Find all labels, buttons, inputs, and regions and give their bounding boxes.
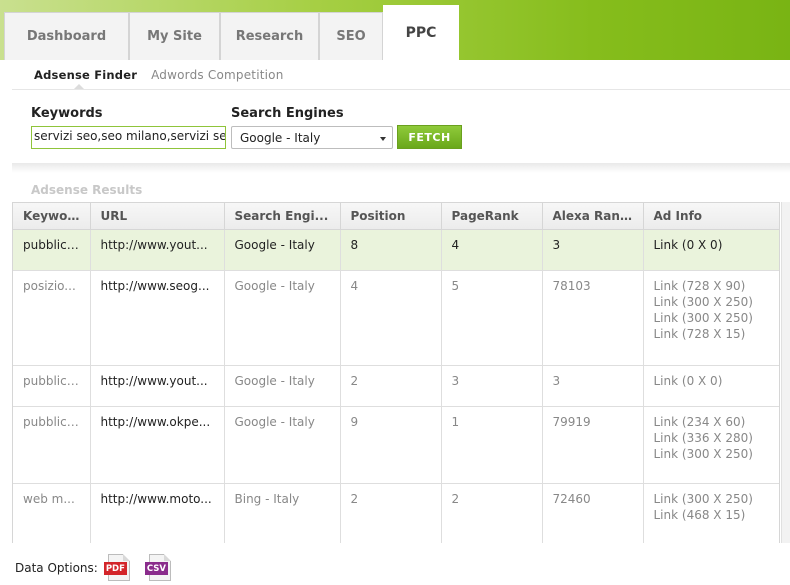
tab-my-site[interactable]: My Site: [129, 12, 220, 60]
cell-position: 2: [340, 365, 442, 407]
table-scrollbar[interactable]: [781, 202, 790, 543]
table-row[interactable]: pubblici... http://www.okpe... Google - …: [13, 406, 779, 484]
csv-export-icon[interactable]: CSV: [144, 554, 172, 582]
cell-alexa-rank: 3: [542, 229, 644, 271]
tab-research[interactable]: Research: [220, 12, 319, 60]
cell-alexa-rank: 3: [542, 365, 644, 407]
cell-position: 4: [340, 270, 442, 366]
cell-keyword: pubblici...: [13, 229, 91, 271]
ad-info-line: Link (0 X 0): [653, 373, 723, 388]
ad-info-line: Link (300 X 250): [653, 310, 753, 325]
cell-keyword: web m...: [13, 483, 91, 543]
subtab-adsense-finder[interactable]: Adsense Finder: [34, 68, 137, 82]
cell-alexa-rank: 72460: [542, 483, 644, 543]
cell-pagerank: 4: [441, 229, 543, 271]
ad-info-line: Link (300 X 250): [653, 294, 753, 309]
pdf-export-icon[interactable]: PDF: [103, 554, 131, 582]
cell-url[interactable]: http://www.okpe...: [90, 406, 225, 484]
cell-keyword: pubblici...: [13, 365, 91, 407]
cell-url[interactable]: http://www.moto...: [90, 483, 225, 543]
table-row[interactable]: posizio... http://www.seog... Google - I…: [13, 270, 779, 366]
ad-info-line: Link (728 X 15): [653, 326, 746, 341]
ad-info-line: Link (234 X 60): [653, 414, 746, 429]
cell-ad-info: Link (0 X 0): [643, 229, 779, 271]
tab-ppc[interactable]: PPC: [383, 5, 459, 60]
search-engines-label: Search Engines: [231, 106, 344, 121]
cell-pagerank: 5: [441, 270, 543, 366]
ad-info-line: Link (300 X 250): [653, 491, 753, 506]
cell-position: 9: [340, 406, 442, 484]
cell-url[interactable]: http://www.seog...: [90, 270, 225, 366]
ad-info-line: Link (0 X 0): [653, 237, 723, 252]
cell-ad-info: Link (300 X 250) Link (468 X 15): [643, 483, 779, 543]
cell-search-engine: Google - Italy: [224, 229, 341, 271]
chevron-down-icon: [380, 137, 386, 141]
ad-info-line: Link (728 X 90): [653, 278, 746, 293]
column-header-search-engine[interactable]: Search Engi...: [224, 203, 341, 230]
cell-search-engine: Google - Italy: [224, 270, 341, 366]
column-header-ad-info[interactable]: Ad Info: [643, 203, 779, 230]
tab-dashboard[interactable]: Dashboard: [4, 12, 129, 60]
cell-pagerank: 2: [441, 483, 543, 543]
column-header-position[interactable]: Position: [340, 203, 442, 230]
tab-seo[interactable]: SEO: [319, 12, 383, 60]
cell-keyword: posizio...: [13, 270, 91, 366]
cell-pagerank: 3: [441, 365, 543, 407]
cell-alexa-rank: 79919: [542, 406, 644, 484]
cell-ad-info: Link (234 X 60) Link (336 X 280) Link (3…: [643, 406, 779, 484]
cell-search-engine: Google - Italy: [224, 365, 341, 407]
subtab-adwords-competition[interactable]: Adwords Competition: [151, 68, 283, 82]
ad-info-line: Link (468 X 15): [653, 507, 746, 522]
data-options: Data Options: PDF CSV: [15, 554, 186, 582]
subtabs: Adsense Finder Adwords Competition: [34, 68, 284, 82]
top-nav-bar: Dashboard My Site Research SEO PPC: [0, 0, 790, 60]
cell-search-engine: Google - Italy: [224, 406, 341, 484]
ad-info-line: Link (336 X 280): [653, 430, 753, 445]
ppc-panel: Adsense Finder Adwords Competition Keywo…: [4, 60, 790, 585]
subtabs-divider: [12, 89, 790, 90]
cell-keyword: pubblici...: [13, 406, 91, 484]
column-header-pagerank[interactable]: PageRank: [441, 203, 543, 230]
ad-info-line: Link (300 X 250): [653, 446, 753, 461]
table-header-row: Keywo... URL Search Engi... Position Pag…: [13, 203, 779, 230]
column-header-keyword[interactable]: Keywo...: [13, 203, 91, 230]
cell-pagerank: 1: [441, 406, 543, 484]
column-header-alexa-rank[interactable]: Alexa Ran...: [542, 203, 644, 230]
table-row[interactable]: pubblici... http://www.yout... Google - …: [13, 229, 779, 271]
csv-tag: CSV: [144, 562, 168, 575]
data-options-label: Data Options:: [15, 561, 98, 575]
cell-alexa-rank: 78103: [542, 270, 644, 366]
keywords-label: Keywords: [31, 106, 103, 121]
cell-ad-info: Link (0 X 0): [643, 365, 779, 407]
fetch-button[interactable]: FETCH: [397, 125, 462, 149]
cell-url[interactable]: http://www.yout...: [90, 229, 225, 271]
search-engine-value: Google - Italy: [240, 131, 321, 145]
table-row[interactable]: web m... http://www.moto... Bing - Italy…: [13, 483, 779, 543]
pdf-tag: PDF: [103, 562, 127, 575]
column-header-url[interactable]: URL: [90, 203, 225, 230]
cell-url[interactable]: http://www.yout...: [90, 365, 225, 407]
cell-search-engine: Bing - Italy: [224, 483, 341, 543]
search-engine-select[interactable]: Google - Italy: [231, 126, 393, 149]
results-divider: [12, 163, 790, 173]
main-tabs: Dashboard My Site Research SEO PPC: [4, 5, 459, 60]
table-row[interactable]: pubblici... http://www.yout... Google - …: [13, 365, 779, 407]
cell-position: 2: [340, 483, 442, 543]
results-title: Adsense Results: [31, 183, 143, 197]
cell-ad-info: Link (728 X 90) Link (300 X 250) Link (3…: [643, 270, 779, 366]
keywords-input[interactable]: servizi seo,seo milano,servizi seo: [31, 126, 226, 149]
results-table: Keywo... URL Search Engi... Position Pag…: [12, 202, 780, 543]
cell-position: 8: [340, 229, 442, 271]
